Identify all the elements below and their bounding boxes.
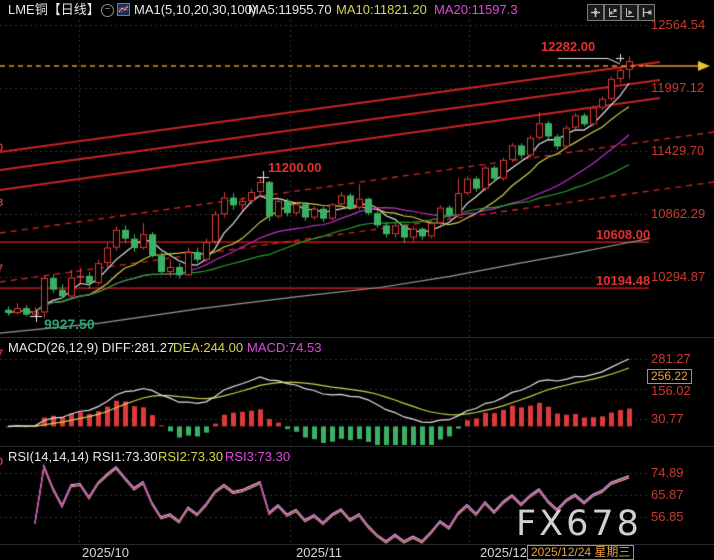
x-tick-dec: 2025/12 [480, 546, 527, 560]
panel-divider [0, 337, 714, 338]
rsi-title: RSI(14,14,14) RSI1:73.30 [8, 450, 158, 464]
rsi-y-tick-2: 65.87 [651, 488, 684, 502]
y-tick-2: 11997.12 [651, 81, 704, 95]
chart-style-icon[interactable] [117, 3, 130, 16]
x-tick-nov: 2025/11 [296, 546, 342, 560]
fx678-watermark: FX678 [516, 504, 642, 544]
move-crosshair-icon[interactable] [587, 4, 604, 21]
ma5-value: MA5:11955.70 [248, 3, 332, 17]
symbol-title: LME铜【日线】 [8, 3, 100, 17]
marked-low-label: 9927.50 [44, 317, 95, 331]
macd-y-tick-1: 281.27 [651, 352, 691, 366]
macd-y-tick-3: 30.77 [651, 412, 684, 426]
panel-divider [0, 446, 714, 447]
y-tick-4: 10862.29 [651, 207, 705, 221]
y-tick-3: 11429.70 [651, 144, 704, 158]
rsi2-value: RSI2:73.30 [158, 450, 223, 464]
macd-current-value-box: 256.22 [647, 369, 692, 384]
support1-label: 10608.00 [596, 228, 650, 242]
ma20-value: MA20:11597.3 [434, 3, 518, 17]
support2-label: 10194.48 [596, 274, 650, 288]
y-tick-5: 10294.87 [651, 270, 705, 284]
rsi-y-tick-1: 74.89 [651, 466, 684, 480]
rsi-y-tick-3: 56.85 [651, 510, 684, 524]
ma-set-label: MA1(5,10,20,30,100) [134, 3, 256, 17]
macd-title: MACD(26,12,9) DIFF:281.27 [8, 341, 174, 355]
collapse-icon[interactable]: − [101, 4, 114, 17]
ma10-value: MA10:11821.20 [336, 3, 427, 17]
marked-high-label: 12282.00 [541, 40, 595, 54]
edge-fragment: 0 [0, 455, 3, 469]
marked-peak-label: 11200.00 [268, 161, 322, 175]
edge-fragment: 7 [0, 262, 3, 276]
edge-fragment: 7 [0, 347, 3, 361]
y-tick-1: 12564.54 [651, 18, 705, 32]
edge-fragment: 8 [0, 196, 3, 210]
x-tick-oct: 2025/10 [82, 546, 129, 560]
edge-fragment: 0 [0, 141, 3, 155]
current-date-box: 2025/12/24 星期三 [527, 545, 634, 560]
macd-dea-value: DEA:244.00 [173, 341, 243, 355]
axis-zoom-left-icon[interactable] [604, 4, 621, 21]
macd-value: MACD:74.53 [247, 341, 321, 355]
rsi3-value: RSI3:73.30 [225, 450, 290, 464]
axis-play-icon[interactable] [621, 4, 638, 21]
trading-chart-window: LME铜【日线】 − MA1(5,10,20,30,100) MA5:11955… [0, 0, 714, 560]
macd-y-tick-2: 156.02 [651, 384, 691, 398]
